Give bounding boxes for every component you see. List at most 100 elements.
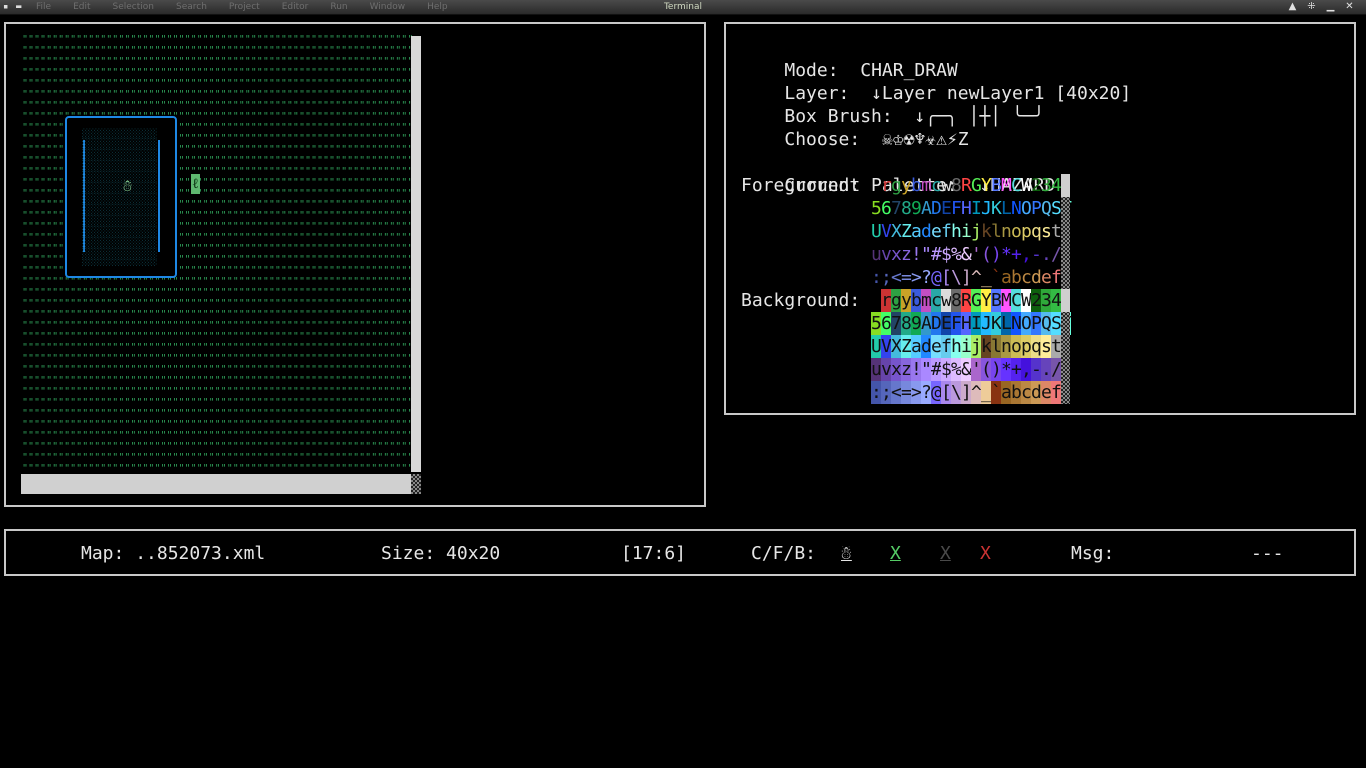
palette-swatch[interactable]: o (1011, 335, 1022, 358)
map-cursor[interactable]: ℓ (191, 174, 200, 194)
palette-swatch[interactable]: e (931, 335, 942, 358)
palette-swatch[interactable]: G (971, 289, 982, 312)
palette-swatch[interactable]: \ (951, 266, 962, 289)
palette-swatch[interactable]: v (881, 243, 892, 266)
palette-swatch[interactable]: k (981, 220, 992, 243)
palette-swatch[interactable]: a (911, 335, 922, 358)
palette-swatch[interactable]: c (1021, 381, 1032, 404)
palette-swatch[interactable]: q (1031, 220, 1042, 243)
palette-swatch[interactable]: 3 (1041, 289, 1052, 312)
palette-swatch[interactable]: 4 (1051, 174, 1062, 197)
palette-swatch[interactable]: a (1001, 381, 1012, 404)
palette-swatch[interactable]: 8 (901, 197, 912, 220)
palette-swatch[interactable]: 6 (881, 312, 892, 335)
palette-swatch[interactable]: l (991, 220, 1002, 243)
palette-swatch[interactable]: w (941, 289, 952, 312)
palette-swatch[interactable]: + (1011, 358, 1022, 381)
palette-swatch[interactable]: ) (991, 358, 1002, 381)
palette-swatch[interactable]: $ (941, 358, 952, 381)
palette-swatch[interactable]: K (991, 197, 1002, 220)
palette-swatch[interactable]: f (941, 220, 952, 243)
palette-swatch[interactable]: W (1021, 174, 1032, 197)
palette-swatch[interactable]: Z (901, 220, 912, 243)
palette-swatch[interactable]: # (931, 358, 942, 381)
palette-swatch[interactable]: i (961, 220, 972, 243)
palette-swatch[interactable]: ^ (971, 266, 982, 289)
palette-swatch[interactable]: ; (881, 266, 892, 289)
palette-swatch[interactable]: * (1001, 243, 1012, 266)
palette-swatch[interactable]: & (961, 243, 972, 266)
palette-swatch[interactable]: / (1051, 243, 1062, 266)
palette-swatch[interactable]: p (1021, 335, 1032, 358)
palette-swatch[interactable]: $ (941, 243, 952, 266)
palette-swatch[interactable]: v (881, 358, 892, 381)
palette-swatch[interactable]: 2 (1031, 289, 1042, 312)
player-character-icon[interactable]: ☃ (123, 176, 133, 195)
palette-swatch[interactable]: d (921, 220, 932, 243)
palette-swatch[interactable]: z (901, 243, 912, 266)
palette-swatch[interactable]: C (1011, 289, 1022, 312)
palette-swatch[interactable]: i (961, 335, 972, 358)
palette-swatch[interactable]: k (981, 335, 992, 358)
palette-swatch[interactable]: ' (971, 358, 982, 381)
palette-swatch[interactable]: 8 (951, 174, 962, 197)
palette-swatch[interactable]: I (971, 197, 982, 220)
palette-swatch[interactable]: r (881, 289, 892, 312)
palette-swatch[interactable]: p (1021, 220, 1032, 243)
palette-swatch[interactable]: . (1041, 243, 1052, 266)
palette-swatch[interactable]: Q (1041, 312, 1052, 335)
palette-swatch[interactable]: b (1011, 266, 1022, 289)
palette-swatch[interactable]: B (991, 174, 1002, 197)
palette-swatch[interactable]: x (891, 358, 902, 381)
palette-swatch[interactable]: ) (991, 243, 1002, 266)
palette-swatch[interactable]: ^ (971, 381, 982, 404)
palette-swatch[interactable]: ( (981, 358, 992, 381)
palette-swatch[interactable]: ` (991, 381, 1002, 404)
palette-swatch[interactable]: : (871, 266, 882, 289)
palette-swatch[interactable]: d (1031, 266, 1042, 289)
choose-glyphs[interactable]: ☠♔☢♆☣⚠⚡Z (882, 129, 969, 150)
foreground-palette-scroll-thumb[interactable] (1061, 174, 1070, 197)
current-background[interactable]: X (940, 543, 951, 565)
palette-swatch[interactable]: . (1041, 358, 1052, 381)
palette-swatch[interactable]: Q (1041, 197, 1052, 220)
palette-swatch[interactable]: D (931, 312, 942, 335)
palette-swatch[interactable]: e (1041, 381, 1052, 404)
palette-swatch[interactable]: E (941, 197, 952, 220)
minimize-button[interactable]: ▁ (1326, 0, 1335, 14)
palette-swatch[interactable]: J (981, 197, 992, 220)
palette-swatch[interactable]: y (901, 289, 912, 312)
close-button[interactable]: ✕ (1345, 0, 1354, 14)
palette-swatch[interactable]: M (1001, 289, 1012, 312)
palette-swatch[interactable]: 8 (951, 289, 962, 312)
palette-swatch[interactable]: a (1001, 266, 1012, 289)
palette-swatch[interactable]: ` (991, 266, 1002, 289)
palette-swatch[interactable]: u (871, 358, 882, 381)
palette-swatch[interactable]: f (941, 335, 952, 358)
palette-swatch[interactable]: , (1021, 243, 1032, 266)
palette-swatch[interactable]: > (911, 381, 922, 404)
palette-swatch[interactable]: j (971, 335, 982, 358)
palette-swatch[interactable]: " (921, 243, 932, 266)
palette-swatch[interactable]: P (1031, 312, 1042, 335)
palette-swatch[interactable]: m (921, 289, 932, 312)
palette-swatch[interactable]: M (1001, 174, 1012, 197)
palette-swatch[interactable]: t (1051, 220, 1062, 243)
palette-swatch[interactable]: _ (981, 381, 992, 404)
palette-swatch[interactable]: L (1001, 312, 1012, 335)
palette-swatch[interactable]: y (901, 174, 912, 197)
palette-swatch[interactable]: % (951, 243, 962, 266)
palette-swatch[interactable]: F (951, 312, 962, 335)
palette-swatch[interactable]: ? (921, 266, 932, 289)
palette-swatch[interactable]: O (1021, 197, 1032, 220)
palette-swatch[interactable]: H (961, 312, 972, 335)
palette-swatch[interactable]: X (891, 335, 902, 358)
palette-swatch[interactable]: @ (931, 266, 942, 289)
palette-swatch[interactable]: / (1051, 358, 1062, 381)
palette-swatch[interactable]: j (971, 220, 982, 243)
palette-swatch[interactable]: h (951, 220, 962, 243)
background-palette-scroll-thumb[interactable] (1061, 289, 1070, 312)
palette-swatch[interactable]: ! (911, 243, 922, 266)
horizontal-scrollbar[interactable] (21, 474, 411, 494)
palette-swatch[interactable]: 2 (1031, 174, 1042, 197)
